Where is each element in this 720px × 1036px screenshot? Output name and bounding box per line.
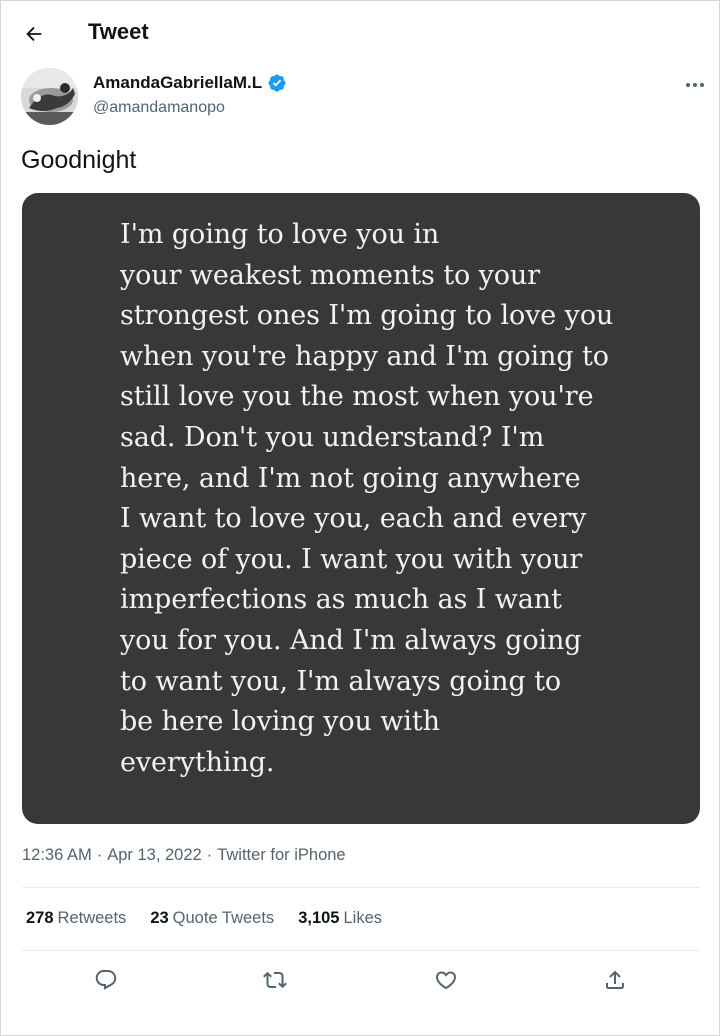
arrow-left-icon bbox=[26, 26, 42, 42]
image-text-line: I'm going to love you in bbox=[120, 219, 440, 250]
likes-label: Likes bbox=[343, 909, 383, 927]
image-text-line: everything. bbox=[120, 746, 275, 778]
image-quote-text: I'm going to love you in your weakest mom… bbox=[120, 215, 690, 783]
author-name-row: AmandaGabriellaM.L bbox=[93, 73, 287, 93]
tweet-time[interactable]: 12:36 AM bbox=[22, 846, 92, 865]
image-text-line: when you're happy and I'm going to bbox=[120, 340, 609, 372]
page-header: Tweet bbox=[1, 1, 719, 63]
likes-count: 3,105 bbox=[298, 909, 340, 927]
more-options-button[interactable] bbox=[680, 72, 710, 98]
ellipsis-icon bbox=[686, 83, 704, 87]
image-text-line: piece of you. I want you with your bbox=[120, 543, 583, 575]
tweet-source[interactable]: Twitter for iPhone bbox=[217, 846, 345, 865]
image-text-line: imperfections as much as I want bbox=[120, 584, 562, 616]
divider bbox=[22, 887, 700, 888]
image-text-line: be here loving you with bbox=[120, 706, 440, 738]
tweet-image[interactable]: I'm going to love you in your weakest mom… bbox=[22, 193, 700, 824]
reply-button[interactable] bbox=[89, 963, 123, 997]
likes-stat[interactable]: 3,105 Likes bbox=[298, 909, 382, 928]
image-text-line: you for you. And I'm always going bbox=[120, 624, 582, 656]
image-text-line: I want to love you, each and every bbox=[120, 503, 587, 535]
like-button[interactable] bbox=[429, 963, 463, 997]
tweet-date[interactable]: Apr 13, 2022 bbox=[107, 846, 202, 865]
back-button[interactable] bbox=[17, 17, 51, 51]
image-text-line: here, and I'm not going anywhere bbox=[120, 462, 581, 494]
avatar[interactable] bbox=[21, 68, 78, 125]
like-icon bbox=[435, 971, 457, 990]
retweet-button[interactable] bbox=[258, 963, 292, 997]
tweet-author: AmandaGabriellaM.L @amandamanopo bbox=[21, 68, 704, 128]
meta-separator: · bbox=[206, 846, 213, 864]
page-title: Tweet bbox=[88, 19, 149, 44]
share-icon bbox=[606, 970, 624, 989]
tweet-stats: 278 Retweets 23 Quote Tweets 3,105 Likes bbox=[26, 909, 406, 928]
divider bbox=[22, 950, 700, 951]
retweets-label: Retweets bbox=[57, 909, 127, 927]
share-button[interactable] bbox=[598, 963, 632, 997]
image-text-line: still love you the most when you're bbox=[120, 381, 594, 413]
tweet-metadata: 12:36 AM · Apr 13, 2022 · Twitter for iP… bbox=[22, 846, 346, 865]
quote-tweets-count: 23 bbox=[150, 909, 169, 927]
quote-tweets-label: Quote Tweets bbox=[172, 909, 275, 927]
avatar-image bbox=[21, 68, 78, 125]
author-display-name[interactable]: AmandaGabriellaM.L bbox=[93, 73, 262, 93]
image-text-line: sad. Don't you understand? I'm bbox=[120, 421, 545, 453]
image-text-line: your weakest moments to your bbox=[120, 259, 541, 291]
image-text-line: to want you, I'm always going to bbox=[120, 665, 562, 697]
meta-separator: · bbox=[96, 846, 103, 864]
tweet-page: Tweet AmandaGabriellaM.L @amandamanopo G… bbox=[0, 0, 720, 1036]
quote-tweets-stat[interactable]: 23 Quote Tweets bbox=[150, 909, 274, 928]
tweet-text: Goodnight bbox=[21, 146, 137, 174]
retweet-icon bbox=[263, 971, 287, 989]
verified-badge-icon bbox=[268, 74, 286, 92]
tweet-actions bbox=[22, 963, 700, 997]
reply-icon bbox=[95, 970, 117, 990]
retweets-stat[interactable]: 278 Retweets bbox=[26, 909, 126, 928]
author-handle[interactable]: @amandamanopo bbox=[93, 99, 225, 117]
image-text-line: strongest ones I'm going to love you bbox=[120, 300, 614, 332]
retweets-count: 278 bbox=[26, 909, 54, 927]
